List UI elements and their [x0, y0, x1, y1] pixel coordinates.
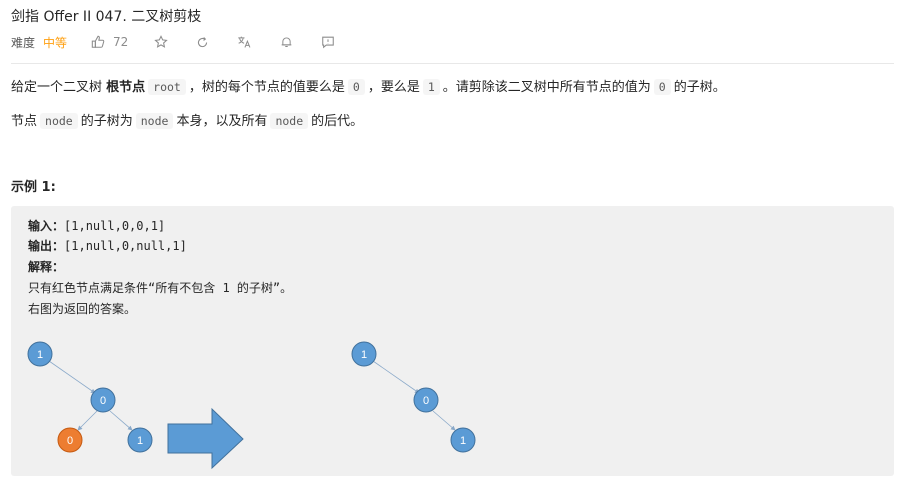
tree-edge: [48, 360, 96, 394]
favorite-button[interactable]: [154, 35, 169, 49]
node-label: 1: [361, 349, 367, 361]
tree-node-pruned-red: 0: [57, 427, 83, 453]
like-button[interactable]: 72: [91, 35, 128, 49]
header-divider: [11, 63, 894, 64]
difficulty-badge: 中等: [43, 35, 68, 50]
desc-bold-root: 根节点: [106, 80, 146, 95]
tree-edge: [432, 410, 456, 431]
desc-text: ，树的每个节点的值要么是: [188, 80, 345, 95]
node-label: 1: [137, 435, 143, 447]
like-count: 72: [113, 35, 129, 49]
tree-node-leaf-left: 1: [127, 427, 153, 453]
tree-edge: [372, 360, 420, 394]
tree-node-root-left: 1: [27, 341, 53, 367]
example-block: 输入：[1,null,0,0,1] 输出：[1,null,0,null,1] 解…: [11, 206, 894, 476]
problem-meta-bar: 难度 中等 72: [11, 33, 335, 51]
tree-node-mid-right: 0: [413, 387, 439, 413]
desc-text: 的子树。: [673, 80, 726, 95]
node-label: 1: [37, 349, 43, 361]
desc-text: ，要么是: [367, 80, 420, 95]
desc-text: 的子树为: [80, 114, 133, 129]
notify-button[interactable]: [280, 35, 293, 49]
transform-arrow-icon: [167, 407, 244, 470]
feedback-icon: [321, 35, 335, 49]
star-icon: [154, 35, 169, 49]
inline-code-root: root: [148, 79, 186, 95]
translate-button[interactable]: [237, 35, 252, 49]
difficulty-label: 难度: [11, 35, 36, 50]
tree-edge: [109, 410, 133, 431]
node-label: 1: [460, 435, 466, 447]
thumbs-up-icon: [91, 35, 105, 49]
inline-code-node: node: [135, 113, 174, 129]
refresh-share-icon: [196, 36, 209, 49]
translate-icon: [237, 35, 252, 49]
inline-code-zero: 0: [347, 79, 365, 95]
inline-code-node: node: [270, 113, 309, 129]
tree-node-root-right: 1: [351, 341, 377, 367]
example-heading: 示例 1:: [11, 180, 56, 195]
node-label: 0: [423, 395, 429, 407]
tree-edge: [77, 410, 98, 431]
node-label: 0: [67, 435, 73, 447]
inline-code-node: node: [40, 113, 78, 129]
share-button[interactable]: [196, 36, 209, 49]
inline-code-zero: 0: [653, 79, 671, 95]
description-paragraph-2: 节点 node 的子树为 node 本身，以及所有 node 的后代。: [11, 111, 363, 132]
tree-node-leaf-right: 1: [450, 427, 476, 453]
description-paragraph-1: 给定一个二叉树 根节点 root ，树的每个节点的值要么是 0 ，要么是 1 。请剪除该二叉…: [11, 77, 726, 98]
inline-code-one: 1: [422, 79, 440, 95]
desc-text: 本身，以及所有: [176, 114, 268, 129]
tree-node-mid-left: 0: [90, 387, 116, 413]
feedback-button[interactable]: [321, 35, 335, 49]
desc-text: 节点: [11, 114, 38, 129]
desc-text: 给定一个二叉树: [11, 80, 107, 95]
tree-diagram: 1 0 0 1 1 0 1: [27, 341, 476, 470]
desc-text: 的后代。: [311, 114, 364, 129]
problem-title: 剑指 Offer II 047. 二叉树剪枝: [11, 9, 202, 25]
bell-icon: [280, 35, 293, 49]
desc-text: 。请剪除该二叉树中所有节点的值为: [442, 80, 651, 95]
node-label: 0: [100, 395, 106, 407]
